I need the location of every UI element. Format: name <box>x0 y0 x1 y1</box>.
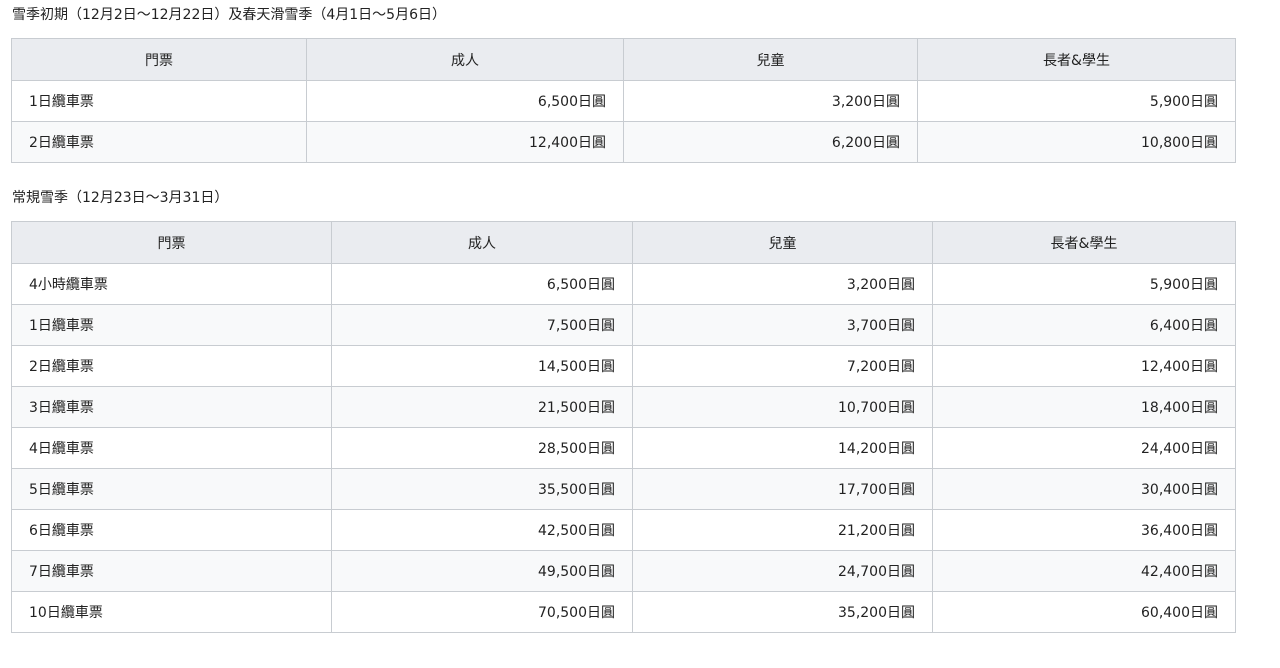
table-row: 10日纜車票 70,500日圓 35,200日圓 60,400日圓 <box>11 591 1236 633</box>
adult-price: 28,500日圓 <box>331 427 633 469</box>
ticket-name: 7日纜車票 <box>11 550 332 592</box>
header-child: 兒童 <box>623 38 918 81</box>
senior-student-price: 5,900日圓 <box>917 80 1236 122</box>
section-title-early-spring: 雪季初期（12月2日～12月22日）及春天滑雪季（4月1日～5月6日） <box>12 7 446 23</box>
price-table-early-spring: 門票 成人 兒童 長者&學生 1日纜車票 6,500日圓 3,200日圓 5,9… <box>11 38 1236 163</box>
adult-price: 7,500日圓 <box>331 304 633 346</box>
child-price: 3,200日圓 <box>632 263 933 305</box>
child-price: 21,200日圓 <box>632 509 933 551</box>
ticket-name: 6日纜車票 <box>11 509 332 551</box>
child-price: 24,700日圓 <box>632 550 933 592</box>
table-row: 1日纜車票 6,500日圓 3,200日圓 5,900日圓 <box>11 80 1236 122</box>
child-price: 6,200日圓 <box>623 121 918 163</box>
senior-student-price: 10,800日圓 <box>917 121 1236 163</box>
ticket-name: 1日纜車票 <box>11 304 332 346</box>
adult-price: 6,500日圓 <box>306 80 624 122</box>
child-price: 14,200日圓 <box>632 427 933 469</box>
ticket-name: 1日纜車票 <box>11 80 307 122</box>
table-row: 4日纜車票 28,500日圓 14,200日圓 24,400日圓 <box>11 427 1236 469</box>
child-price: 7,200日圓 <box>632 345 933 387</box>
ticket-name: 4小時纜車票 <box>11 263 332 305</box>
adult-price: 49,500日圓 <box>331 550 633 592</box>
header-child: 兒童 <box>632 221 933 264</box>
senior-student-price: 12,400日圓 <box>932 345 1236 387</box>
ticket-name: 2日纜車票 <box>11 121 307 163</box>
senior-student-price: 18,400日圓 <box>932 386 1236 428</box>
senior-student-price: 24,400日圓 <box>932 427 1236 469</box>
senior-student-price: 6,400日圓 <box>932 304 1236 346</box>
senior-student-price: 5,900日圓 <box>932 263 1236 305</box>
ticket-name: 5日纜車票 <box>11 468 332 510</box>
header-ticket: 門票 <box>11 221 332 264</box>
senior-student-price: 42,400日圓 <box>932 550 1236 592</box>
adult-price: 42,500日圓 <box>331 509 633 551</box>
table-row: 2日纜車票 12,400日圓 6,200日圓 10,800日圓 <box>11 121 1236 163</box>
ticket-name: 4日纜車票 <box>11 427 332 469</box>
adult-price: 12,400日圓 <box>306 121 624 163</box>
adult-price: 70,500日圓 <box>331 591 633 633</box>
adult-price: 14,500日圓 <box>331 345 633 387</box>
section-title-regular-season: 常規雪季（12月23日～3月31日） <box>12 190 229 206</box>
header-senior-student: 長者&學生 <box>932 221 1236 264</box>
senior-student-price: 30,400日圓 <box>932 468 1236 510</box>
senior-student-price: 60,400日圓 <box>932 591 1236 633</box>
ticket-name: 10日纜車票 <box>11 591 332 633</box>
child-price: 10,700日圓 <box>632 386 933 428</box>
child-price: 3,700日圓 <box>632 304 933 346</box>
price-table-regular-season: 門票 成人 兒童 長者&學生 4小時纜車票 6,500日圓 3,200日圓 5,… <box>11 221 1236 633</box>
table-row: 6日纜車票 42,500日圓 21,200日圓 36,400日圓 <box>11 509 1236 551</box>
header-adult: 成人 <box>331 221 633 264</box>
child-price: 3,200日圓 <box>623 80 918 122</box>
table-row: 7日纜車票 49,500日圓 24,700日圓 42,400日圓 <box>11 550 1236 592</box>
table-row: 3日纜車票 21,500日圓 10,700日圓 18,400日圓 <box>11 386 1236 428</box>
table-row: 5日纜車票 35,500日圓 17,700日圓 30,400日圓 <box>11 468 1236 510</box>
adult-price: 21,500日圓 <box>331 386 633 428</box>
table-row: 4小時纜車票 6,500日圓 3,200日圓 5,900日圓 <box>11 263 1236 305</box>
table-header-row: 門票 成人 兒童 長者&學生 <box>11 38 1236 81</box>
table-row: 1日纜車票 7,500日圓 3,700日圓 6,400日圓 <box>11 304 1236 346</box>
child-price: 35,200日圓 <box>632 591 933 633</box>
header-adult: 成人 <box>306 38 624 81</box>
child-price: 17,700日圓 <box>632 468 933 510</box>
adult-price: 6,500日圓 <box>331 263 633 305</box>
header-senior-student: 長者&學生 <box>917 38 1236 81</box>
ticket-name: 2日纜車票 <box>11 345 332 387</box>
header-ticket: 門票 <box>11 38 307 81</box>
table-row: 2日纜車票 14,500日圓 7,200日圓 12,400日圓 <box>11 345 1236 387</box>
ticket-name: 3日纜車票 <box>11 386 332 428</box>
adult-price: 35,500日圓 <box>331 468 633 510</box>
table-header-row: 門票 成人 兒童 長者&學生 <box>11 221 1236 264</box>
senior-student-price: 36,400日圓 <box>932 509 1236 551</box>
